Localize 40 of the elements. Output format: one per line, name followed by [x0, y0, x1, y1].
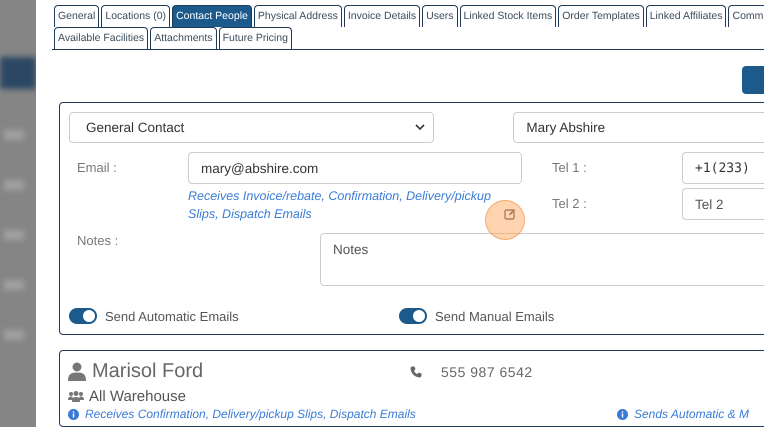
tab[interactable]: Linked Affiliates — [646, 5, 726, 27]
info-icon — [68, 409, 79, 420]
info-icon — [617, 409, 628, 420]
toggle-label: Send Manual Emails — [435, 308, 554, 324]
group-icon — [68, 391, 84, 402]
toggle-switch[interactable] — [69, 308, 97, 324]
tab[interactable]: General — [54, 5, 100, 27]
person-icon — [68, 362, 86, 381]
email-label: Email : — [76, 159, 118, 177]
tel-1-label: Tel 1 : — [552, 159, 588, 177]
tab[interactable]: Invoice Details — [344, 5, 420, 27]
phone-number: 555 987 6542 — [441, 364, 533, 380]
chevron-down-icon — [415, 124, 426, 131]
contact-type-select[interactable]: General Contact — [69, 112, 434, 143]
tel-2-field[interactable]: Tel 2 — [682, 188, 764, 220]
toggle-label: Send Automatic Emails — [105, 308, 239, 324]
tab[interactable]: Users — [422, 5, 458, 27]
tab[interactable]: Order Templates — [558, 5, 644, 27]
send-mode-link[interactable]: Sends Automatic & M — [634, 408, 749, 421]
edit-icon[interactable] — [504, 208, 516, 220]
name-field[interactable]: Mary Abshire — [513, 112, 764, 143]
tab[interactable]: Attachments — [150, 27, 217, 49]
tab[interactable]: Linked Stock Items — [460, 5, 556, 27]
notes-label: Notes : — [76, 233, 120, 250]
email-types-link[interactable]: Receives Invoice/rebate, Confirmation, Delivery/pickup Slips, Dispatch Emails — [188, 187, 500, 223]
email-types-link[interactable]: Receives Confirmation, Delivery/pickup Slips, Dispatch Emails — [85, 408, 416, 421]
tab[interactable]: Comm — [728, 5, 764, 27]
phone-icon — [410, 366, 422, 378]
tab[interactable]: Physical Address — [254, 5, 342, 27]
tel-2-label: Tel 2 : — [552, 195, 588, 213]
tab[interactable]: Contact People — [172, 5, 252, 27]
email-field[interactable]: mary@abshire.com — [188, 152, 522, 184]
tab[interactable]: Future Pricing — [218, 27, 292, 49]
tel-1-field[interactable]: +1(233) — [682, 152, 764, 184]
tab[interactable]: Available Facilities — [54, 27, 148, 49]
contact-name: Marisol Ford — [92, 360, 204, 383]
contact-group: All Warehouse — [89, 388, 186, 405]
notes-field[interactable]: Notes — [320, 233, 764, 286]
tab[interactable]: Locations (0) — [101, 5, 170, 27]
toggle-switch[interactable] — [399, 308, 427, 324]
